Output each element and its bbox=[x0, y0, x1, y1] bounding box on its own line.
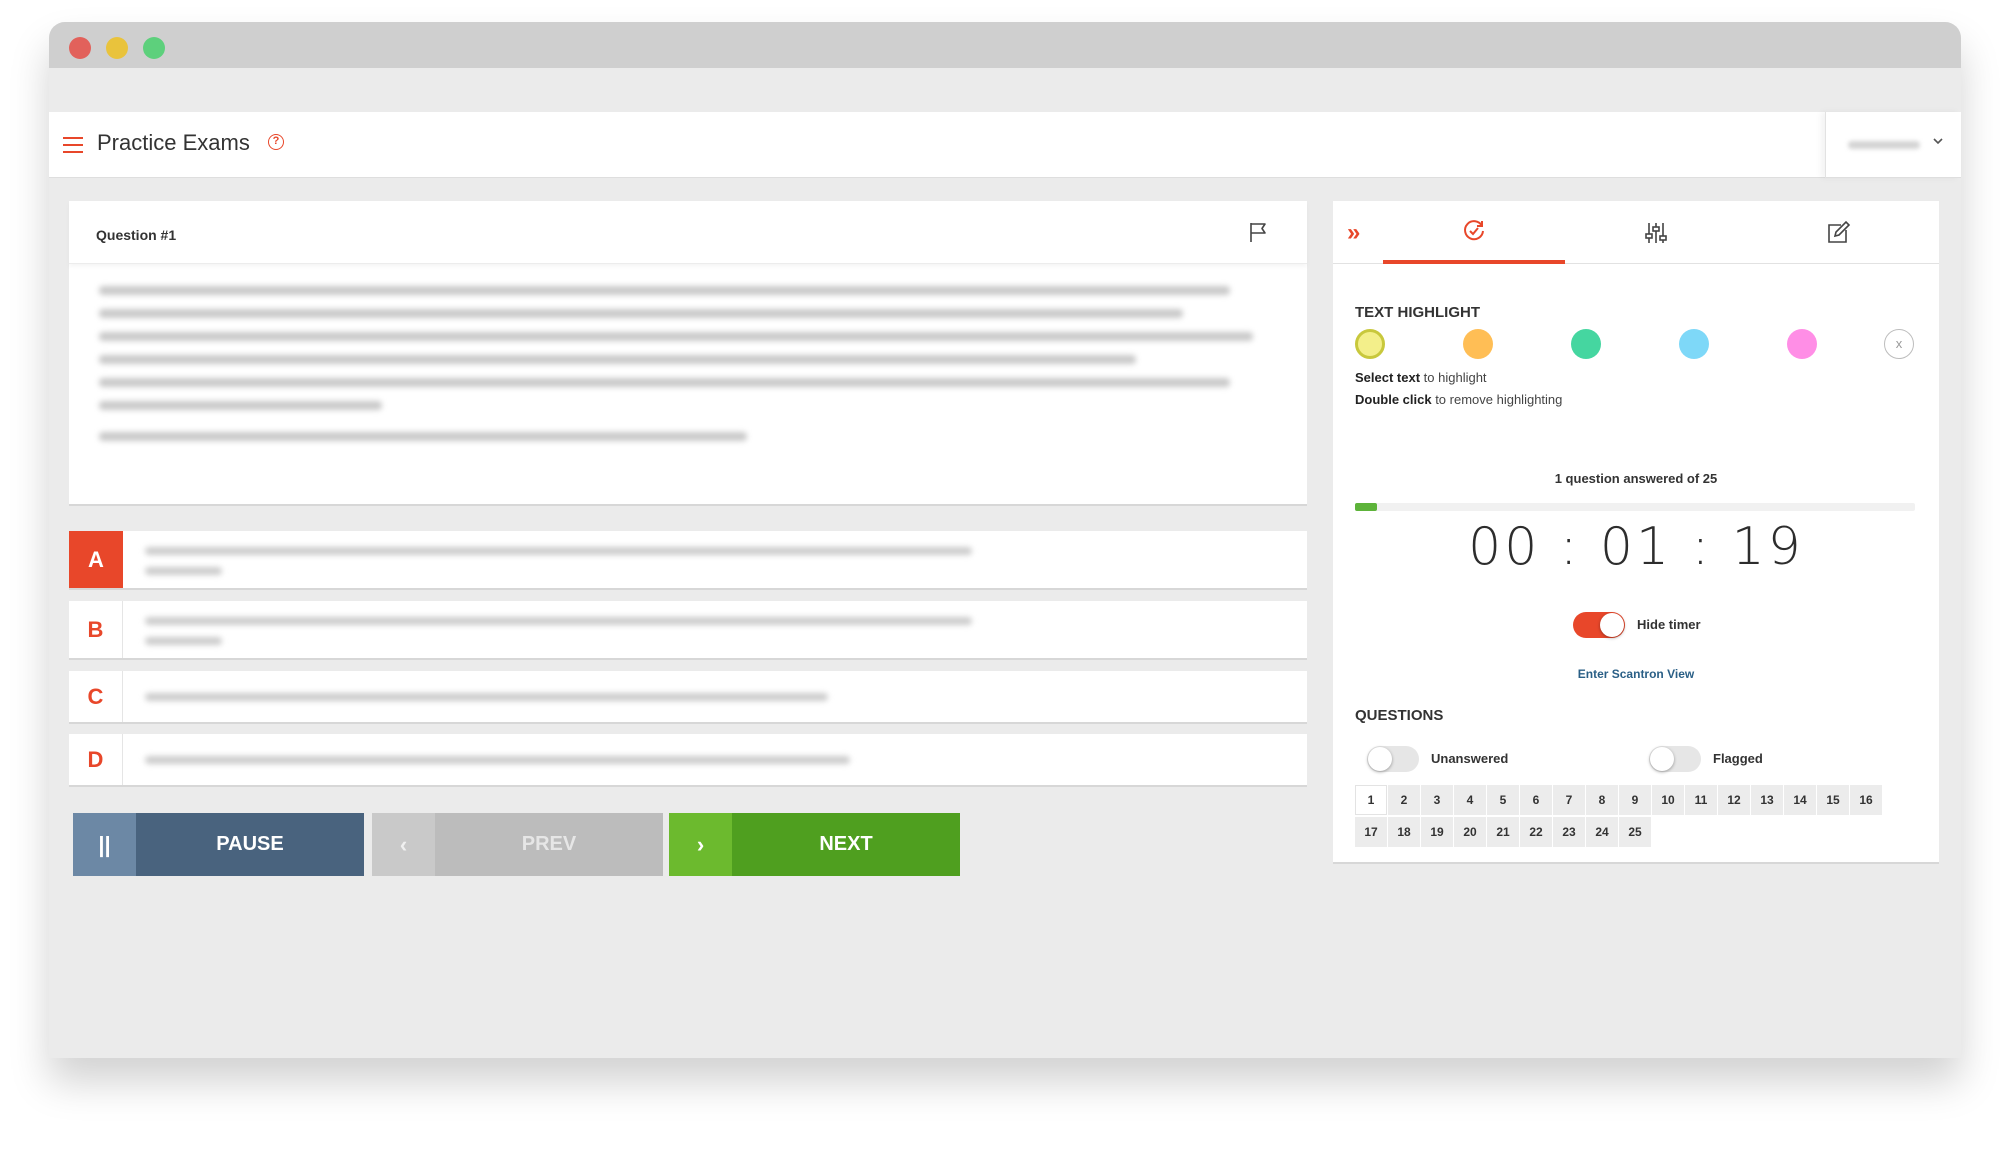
question-number-cell[interactable]: 1 bbox=[1355, 785, 1387, 815]
progress-text: 1 question answered of 25 bbox=[1554, 471, 1718, 486]
prev-label: PREV bbox=[521, 833, 577, 855]
answer-letter: D bbox=[69, 734, 123, 785]
flag-icon[interactable] bbox=[1247, 220, 1271, 244]
question-number-cell[interactable]: 21 bbox=[1487, 817, 1519, 847]
answer-option-b[interactable]: B bbox=[69, 601, 1307, 660]
question-number-cell[interactable]: 12 bbox=[1718, 785, 1750, 815]
toggle-knob bbox=[1600, 613, 1624, 637]
tab-notes[interactable] bbox=[1747, 201, 1929, 264]
question-number-cell[interactable]: 19 bbox=[1421, 817, 1453, 847]
question-number-cell[interactable]: 16 bbox=[1850, 785, 1882, 815]
hint-bold: Double click bbox=[1355, 392, 1432, 407]
progress-fill bbox=[1355, 503, 1378, 511]
question-number-grid: 1 2 3 4 5 6 7 8 9 10 11 12 13 14 15 16 17 18 19 20 21 22 23 24 2… bbox=[1355, 785, 1895, 849]
question-number-cell[interactable]: 14 bbox=[1784, 785, 1816, 815]
scantron-view-link[interactable]: Enter Scantron View bbox=[1333, 667, 1939, 681]
question-number-cell[interactable]: 4 bbox=[1454, 785, 1486, 815]
question-number-cell[interactable]: 23 bbox=[1553, 817, 1585, 847]
questions-label: QUESTIONS bbox=[1355, 707, 1444, 724]
menu-icon[interactable] bbox=[63, 137, 83, 153]
hint-bold: Select text bbox=[1355, 370, 1421, 385]
answer-text-blurred bbox=[145, 547, 1247, 587]
highlight-hint-select: Select text to highlight bbox=[1355, 370, 1487, 385]
side-panel: » TEXT HIGHLIGHT x Select text to highli… bbox=[1333, 201, 1939, 864]
unanswered-filter-toggle[interactable] bbox=[1367, 746, 1419, 772]
toggle-knob bbox=[1650, 747, 1674, 771]
question-number-cell[interactable]: 3 bbox=[1421, 785, 1453, 815]
highlight-color-green[interactable] bbox=[1571, 329, 1601, 359]
hide-timer-label: Hide timer bbox=[1637, 617, 1701, 632]
question-number-cell[interactable]: 24 bbox=[1586, 817, 1618, 847]
chevron-left-icon: ‹ bbox=[372, 813, 435, 876]
answer-option-c[interactable]: C bbox=[69, 671, 1307, 724]
prev-button[interactable]: ‹ PREV bbox=[372, 813, 663, 876]
highlight-color-pink[interactable] bbox=[1787, 329, 1817, 359]
question-number-cell[interactable]: 6 bbox=[1520, 785, 1552, 815]
flagged-filter-label: Flagged bbox=[1713, 751, 1763, 766]
refresh-icon bbox=[1464, 219, 1484, 240]
answer-option-d[interactable]: D bbox=[69, 734, 1307, 787]
pause-button[interactable]: || PAUSE bbox=[73, 813, 364, 876]
answer-text-blurred bbox=[145, 617, 1247, 657]
help-icon[interactable]: ? bbox=[268, 134, 284, 150]
clear-highlight-icon[interactable]: x bbox=[1884, 329, 1914, 359]
question-text-blurred bbox=[69, 264, 1307, 477]
text-highlight-label: TEXT HIGHLIGHT bbox=[1355, 304, 1480, 321]
question-number-cell[interactable]: 15 bbox=[1817, 785, 1849, 815]
question-number-cell[interactable]: 10 bbox=[1652, 785, 1684, 815]
question-title: Question #1 bbox=[96, 227, 177, 243]
toggle-knob bbox=[1368, 747, 1392, 771]
user-name-blurred bbox=[1848, 141, 1920, 149]
question-number-cell[interactable]: 2 bbox=[1388, 785, 1420, 815]
app-viewport: Practice Exams ? Question #1 A B C D || … bbox=[49, 22, 1961, 1058]
edit-icon bbox=[1828, 220, 1851, 243]
user-menu[interactable] bbox=[1825, 112, 1961, 178]
hint-text: to highlight bbox=[1420, 370, 1487, 385]
sliders-icon bbox=[1645, 222, 1667, 243]
answer-option-a[interactable]: A bbox=[69, 531, 1307, 590]
exam-timer: 00 : 01 : 19 bbox=[1468, 517, 1804, 577]
question-header: Question #1 bbox=[69, 201, 1307, 264]
answer-text-blurred bbox=[145, 756, 1247, 776]
question-number-cell[interactable]: 7 bbox=[1553, 785, 1585, 815]
unanswered-filter-label: Unanswered bbox=[1431, 751, 1509, 766]
app-header: Practice Exams ? bbox=[49, 112, 1961, 178]
question-number-cell[interactable]: 11 bbox=[1685, 785, 1717, 815]
progress-bar bbox=[1355, 503, 1915, 511]
highlight-hint-remove: Double click to remove highlighting bbox=[1355, 392, 1562, 407]
question-number-cell[interactable]: 18 bbox=[1388, 817, 1420, 847]
tab-settings[interactable] bbox=[1565, 201, 1747, 264]
answer-letter: B bbox=[69, 601, 123, 658]
highlight-color-blue[interactable] bbox=[1679, 329, 1709, 359]
question-number-cell[interactable]: 20 bbox=[1454, 817, 1486, 847]
question-number-cell[interactable]: 17 bbox=[1355, 817, 1387, 847]
highlight-color-orange[interactable] bbox=[1463, 329, 1493, 359]
chevron-right-icon: › bbox=[669, 813, 732, 876]
pause-icon: || bbox=[73, 813, 136, 876]
question-number-cell[interactable]: 25 bbox=[1619, 817, 1651, 847]
answer-text-blurred bbox=[145, 693, 1247, 713]
question-number-cell[interactable]: 5 bbox=[1487, 785, 1519, 815]
question-number-cell[interactable]: 9 bbox=[1619, 785, 1651, 815]
chevron-down-icon bbox=[1932, 134, 1944, 150]
tab-review[interactable] bbox=[1383, 201, 1565, 264]
answer-letter: A bbox=[69, 531, 123, 588]
collapse-panel-icon[interactable]: » bbox=[1347, 219, 1360, 247]
question-number-cell[interactable]: 8 bbox=[1586, 785, 1618, 815]
question-number-cell[interactable]: 13 bbox=[1751, 785, 1783, 815]
next-label: NEXT bbox=[819, 833, 873, 855]
page-title: Practice Exams bbox=[97, 130, 250, 155]
hide-timer-toggle[interactable] bbox=[1573, 612, 1625, 638]
side-tabs: » bbox=[1333, 201, 1939, 264]
pause-label: PAUSE bbox=[216, 833, 284, 855]
question-card: Question #1 bbox=[69, 201, 1307, 506]
hint-text: to remove highlighting bbox=[1431, 392, 1563, 407]
question-number-cell[interactable]: 22 bbox=[1520, 817, 1552, 847]
answer-letter: C bbox=[69, 671, 123, 722]
highlight-color-yellow[interactable] bbox=[1355, 329, 1385, 359]
next-button[interactable]: › NEXT bbox=[669, 813, 960, 876]
flagged-filter-toggle[interactable] bbox=[1649, 746, 1701, 772]
